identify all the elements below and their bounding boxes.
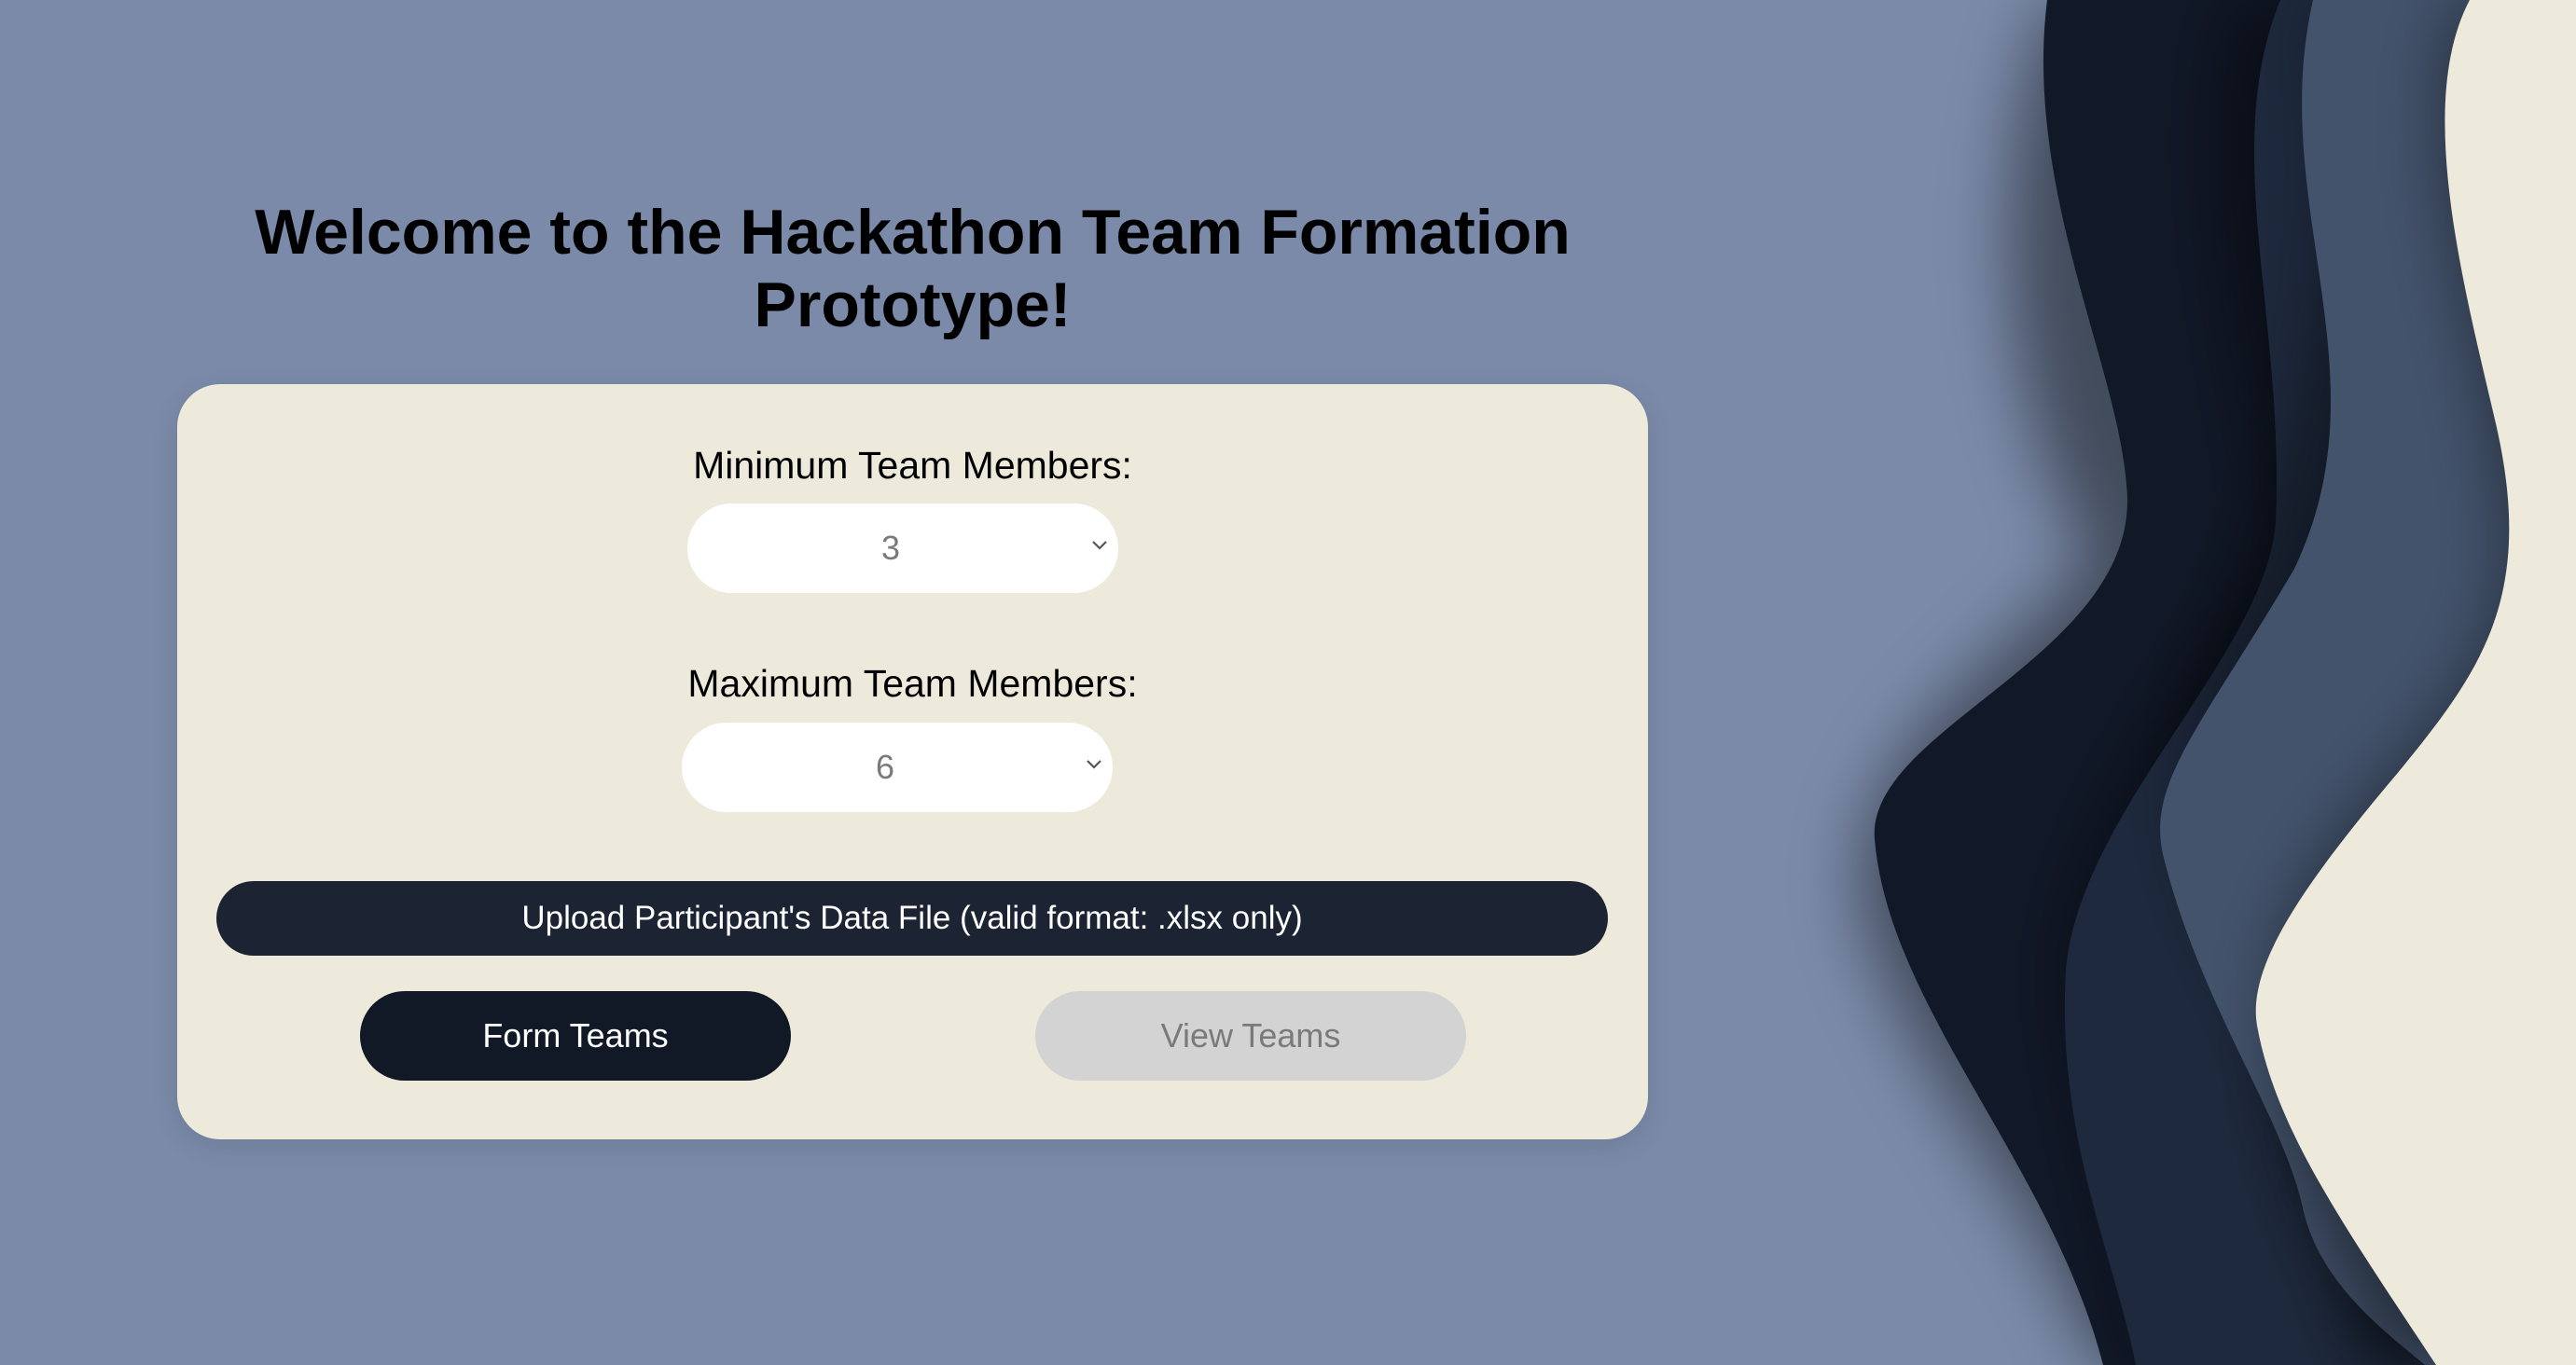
form-teams-button[interactable]: Form Teams [360, 991, 791, 1081]
team-formation-card: Minimum Team Members: 3 Maximum Team Mem… [177, 384, 1648, 1139]
min-members-label: Minimum Team Members: [693, 444, 1132, 487]
max-members-label: Maximum Team Members: [687, 662, 1138, 705]
chevron-down-icon [1092, 541, 1107, 550]
chevron-down-icon [1087, 760, 1101, 769]
max-members-select[interactable]: 6 [682, 723, 1113, 812]
min-members-select[interactable]: 3 [687, 503, 1118, 593]
min-members-value: 3 [880, 529, 901, 567]
page-title: Welcome to the Hackathon Team Formation … [255, 197, 1571, 340]
view-teams-button[interactable]: View Teams [1035, 991, 1466, 1081]
upload-file-button[interactable]: Upload Participant's Data File (valid fo… [216, 881, 1608, 956]
max-members-value: 6 [875, 748, 895, 786]
